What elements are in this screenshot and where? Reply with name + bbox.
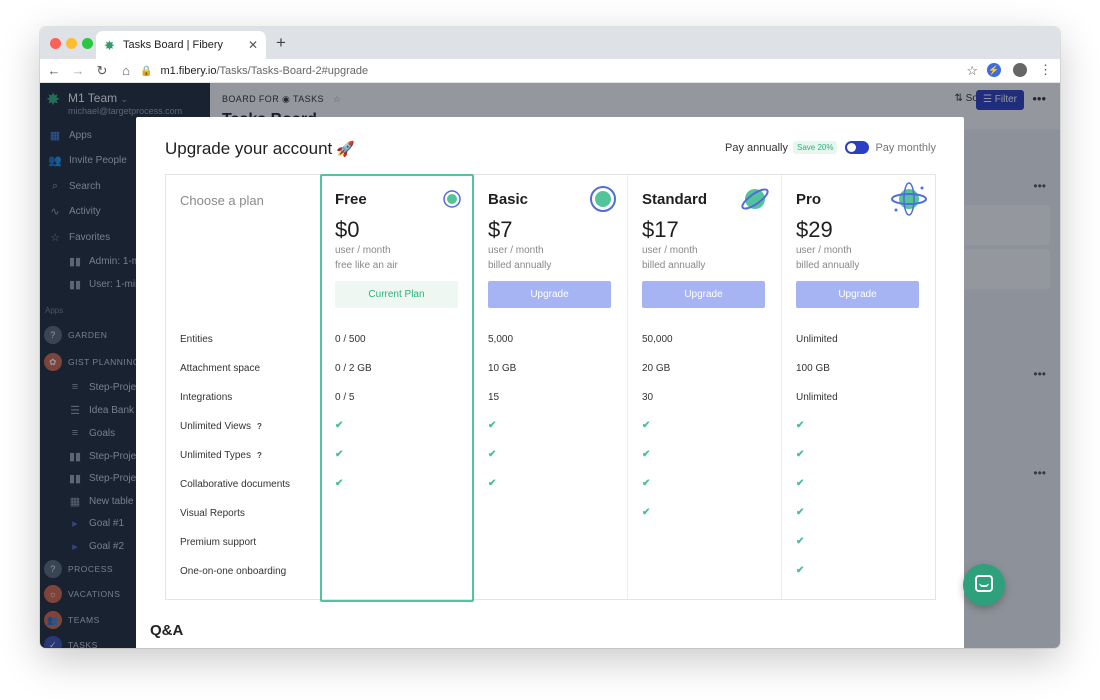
close-window-button[interactable]	[50, 38, 61, 49]
check-icon: ✔	[642, 420, 651, 431]
new-tab-button[interactable]: +	[276, 33, 286, 53]
upgrade-pro-button[interactable]: Upgrade	[796, 281, 919, 308]
upgrade-modal: Upgrade your account 🚀 Pay annually Save …	[136, 117, 964, 648]
toggle-knob	[847, 143, 857, 152]
billing-toggle[interactable]	[845, 141, 870, 154]
feature-label: Entities	[180, 334, 213, 345]
plan-standard: Standard $17 user / month billed annuall…	[627, 175, 781, 599]
feature-label: One-on-one onboarding	[180, 566, 287, 577]
current-plan-highlight	[320, 174, 474, 602]
toolbar-actions: ⚡ ⋮	[987, 62, 1052, 78]
browser-toolbar: ← → ↻ ⌂ 🔒 m1.fibery.io /Tasks/Tasks-Boar…	[40, 59, 1060, 83]
plan-pro: Pro $29 user / month billed annually Upg…	[781, 175, 935, 599]
plan-note: billed annually	[642, 260, 706, 271]
tab-close-icon[interactable]: ✕	[248, 38, 258, 52]
help-icon[interactable]: ?	[257, 422, 262, 431]
check-icon: ✔	[642, 507, 651, 518]
integrations-value: Unlimited	[796, 392, 838, 403]
browser-window: ✸ Tasks Board | Fibery ✕ + ← → ↻ ⌂ 🔒 m1.…	[40, 27, 1060, 648]
plan-price: $29	[796, 217, 833, 242]
attachment-value: 20 GB	[642, 363, 671, 374]
maximize-window-button[interactable]	[82, 38, 93, 49]
profile-avatar[interactable]	[1013, 63, 1027, 77]
feature-label: Visual Reports	[180, 508, 245, 519]
standard-plan-icon	[741, 188, 769, 210]
integrations-value: 30	[642, 392, 654, 403]
integrations-value: 15	[488, 392, 500, 403]
plan-unit: user / month	[488, 245, 544, 256]
rocket-icon: 🚀	[336, 141, 355, 158]
modal-backdrop[interactable]: Upgrade your account 🚀 Pay annually Save …	[40, 83, 1060, 648]
save-badge: Save 20%	[793, 141, 838, 154]
pay-annually-label: Pay annually	[725, 141, 788, 154]
browser-tabbar: ✸ Tasks Board | Fibery ✕ +	[40, 27, 1060, 59]
check-icon: ✔	[642, 478, 651, 489]
feature-label: Unlimited Types?	[180, 450, 262, 461]
url-path: /Tasks/Tasks-Board-2#upgrade	[216, 65, 369, 77]
check-icon: ✔	[796, 449, 805, 460]
upgrade-basic-button[interactable]: Upgrade	[488, 281, 611, 308]
choose-plan-label: Choose a plan	[180, 193, 264, 208]
plan-price: $17	[642, 217, 679, 242]
forward-icon[interactable]: →	[68, 63, 88, 78]
check-icon: ✔	[796, 536, 805, 547]
plan-unit: user / month	[642, 245, 698, 256]
pay-monthly-label: Pay monthly	[875, 141, 936, 154]
check-icon: ✔	[642, 449, 651, 460]
plan-note: billed annually	[796, 260, 860, 271]
features-column: Choose a plan Entities Attachment space …	[166, 175, 320, 599]
feature-label: Premium support	[180, 537, 257, 548]
qa-heading: Q&A	[150, 622, 184, 639]
plans-table: Choose a plan Entities Attachment space …	[165, 174, 936, 602]
feature-label: Collaborative documents	[180, 479, 291, 490]
feature-label: Attachment space	[180, 363, 261, 374]
fibery-favicon-icon: ✸	[104, 37, 115, 53]
url-host: m1.fibery.io	[160, 65, 217, 77]
plan-basic: Basic $7 user / month billed annually Up…	[473, 175, 627, 599]
back-icon[interactable]: ←	[44, 63, 64, 78]
basic-plan-icon	[590, 186, 616, 212]
chat-launcher-button[interactable]	[963, 564, 1005, 606]
extension-icon[interactable]: ⚡	[987, 63, 1001, 77]
check-icon: ✔	[796, 507, 805, 518]
entities-value: Unlimited	[796, 334, 838, 345]
check-icon: ✔	[488, 478, 497, 489]
plan-unit: user / month	[796, 245, 852, 256]
entities-value: 50,000	[642, 334, 673, 345]
feature-label: Unlimited Views?	[180, 421, 262, 432]
check-icon: ✔	[796, 420, 805, 431]
billing-toggle-group: Pay annually Save 20% Pay monthly	[725, 141, 936, 154]
pro-plan-icon	[891, 182, 927, 216]
plan-note: billed annually	[488, 260, 552, 271]
feature-label: Integrations	[180, 392, 233, 403]
browser-tab[interactable]: ✸ Tasks Board | Fibery ✕	[96, 31, 266, 59]
attachment-value: 100 GB	[796, 363, 830, 374]
plan-name: Basic	[488, 191, 529, 208]
entities-value: 5,000	[488, 334, 514, 345]
check-icon: ✔	[488, 420, 497, 431]
check-icon: ✔	[796, 478, 805, 489]
check-icon: ✔	[796, 565, 805, 576]
home-icon[interactable]: ⌂	[116, 63, 136, 78]
check-icon: ✔	[488, 449, 497, 460]
plan-price: $7	[488, 217, 513, 242]
minimize-window-button[interactable]	[66, 38, 77, 49]
plan-name: Pro	[796, 191, 822, 208]
browser-menu-icon[interactable]: ⋮	[1039, 62, 1052, 78]
help-icon[interactable]: ?	[257, 451, 262, 460]
reload-icon[interactable]: ↻	[92, 63, 112, 79]
upgrade-standard-button[interactable]: Upgrade	[642, 281, 765, 308]
modal-title: Upgrade your account 🚀	[165, 139, 355, 158]
lock-icon: 🔒	[140, 65, 153, 77]
tab-title: Tasks Board | Fibery	[123, 39, 224, 51]
attachment-value: 10 GB	[488, 363, 517, 374]
plan-name: Standard	[642, 191, 708, 208]
address-bar[interactable]: 🔒 m1.fibery.io /Tasks/Tasks-Board-2#upgr…	[140, 61, 978, 81]
bookmark-star-icon[interactable]: ☆	[966, 63, 978, 79]
